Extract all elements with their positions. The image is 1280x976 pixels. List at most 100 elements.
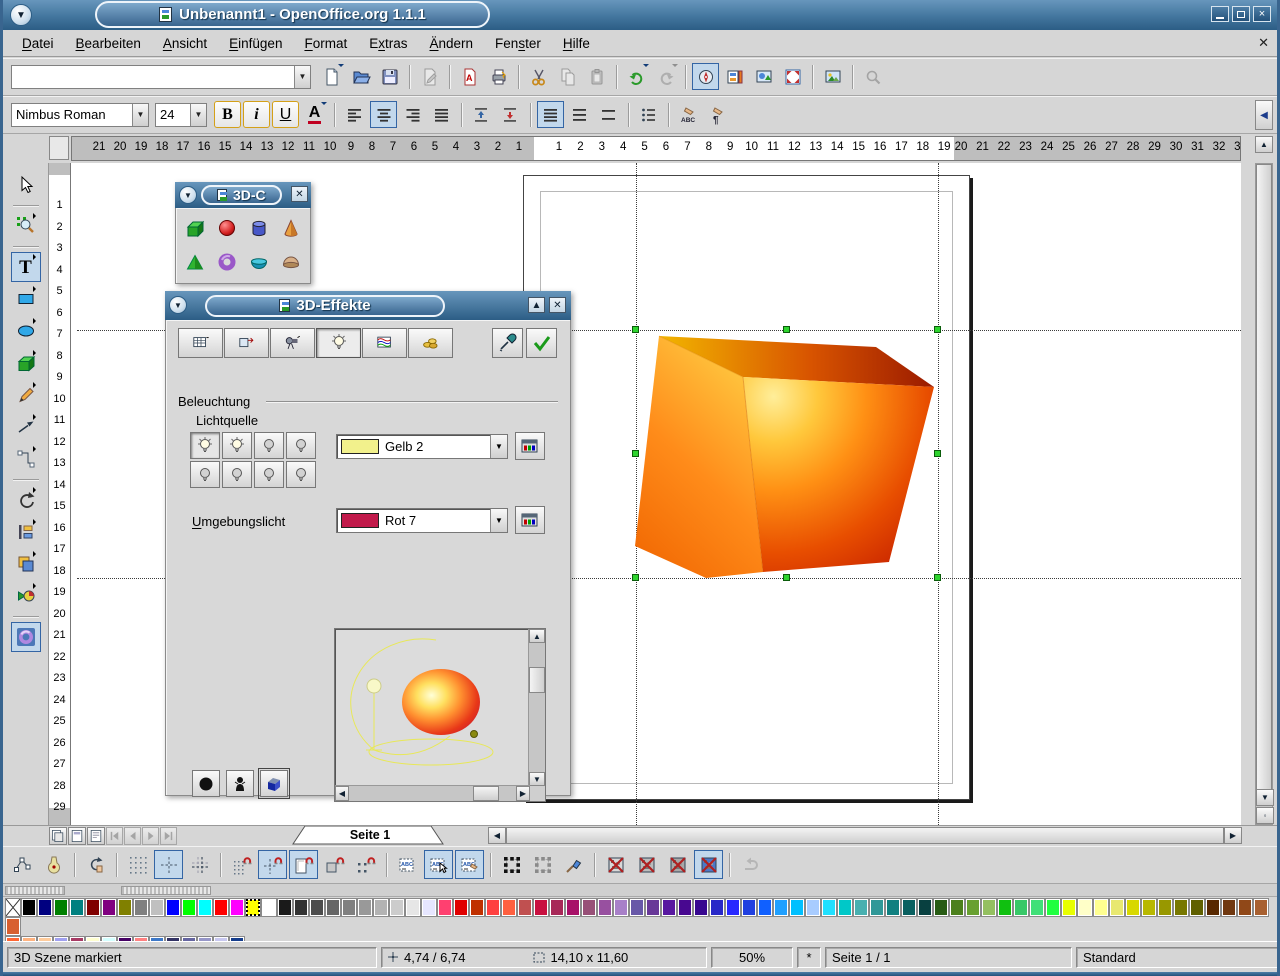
window-menu-button[interactable]: ▼: [10, 4, 32, 26]
color-swatch[interactable]: [677, 898, 693, 917]
preview-hthumb[interactable]: [473, 786, 499, 801]
tab-shading[interactable]: [270, 328, 315, 358]
color-swatch[interactable]: [389, 898, 405, 917]
color-swatch[interactable]: [501, 898, 517, 917]
color-swatch[interactable]: [869, 898, 885, 917]
color-swatch[interactable]: [757, 898, 773, 917]
tab-textures[interactable]: [362, 328, 407, 358]
format-align-right[interactable]: [399, 101, 426, 128]
color-swatch[interactable]: [725, 898, 741, 917]
option-snap-margins[interactable]: [289, 850, 318, 879]
3d-shape-cylinder[interactable]: [243, 212, 275, 244]
minimize-button[interactable]: [1211, 6, 1229, 22]
color-swatch[interactable]: [645, 898, 661, 917]
format-line-spacing-1[interactable]: [537, 101, 564, 128]
color-swatch[interactable]: [405, 898, 421, 917]
toolbar-search[interactable]: [859, 63, 886, 90]
format-bullets[interactable]: [635, 101, 662, 128]
format-line-spacing-15[interactable]: [566, 101, 593, 128]
tool-text-tool[interactable]: T: [11, 252, 41, 282]
dropdown-arrow-icon[interactable]: [321, 102, 327, 108]
light-source-7-button[interactable]: [254, 461, 284, 488]
color-swatch[interactable]: [213, 898, 229, 917]
format-spacing-decrease[interactable]: [497, 101, 524, 128]
toolbar-zoom-page[interactable]: [779, 63, 806, 90]
ruler-corner-button[interactable]: [49, 136, 69, 160]
color-swatch[interactable]: [53, 898, 69, 917]
light-color-dropdown-icon[interactable]: ▼: [490, 435, 507, 458]
format-underline[interactable]: U: [272, 101, 299, 128]
light-source-8-button[interactable]: [286, 461, 316, 488]
color-swatch[interactable]: [229, 898, 245, 917]
tool-rectangle-tool[interactable]: [11, 284, 41, 314]
ambient-color-dialog-button[interactable]: [515, 506, 545, 534]
format-character-dialog[interactable]: ABC: [675, 101, 702, 128]
close-document-icon[interactable]: ✕: [1258, 35, 1269, 51]
color-swatch[interactable]: [485, 898, 501, 917]
tab-illumination[interactable]: [316, 328, 361, 358]
format-paragraph-dialog[interactable]: ¶: [704, 101, 731, 128]
color-swatch[interactable]: [1253, 898, 1269, 917]
3d-effects-close-icon[interactable]: ✕: [549, 297, 566, 313]
hscroll-right-icon[interactable]: ▶: [1224, 827, 1242, 844]
toolbar-undo[interactable]: [623, 63, 650, 90]
color-swatch[interactable]: [245, 898, 261, 917]
color-swatch[interactable]: [181, 898, 197, 917]
vertical-ruler[interactable]: 1234567891011121314151617181920212223242…: [49, 163, 71, 825]
color-swatch[interactable]: [421, 898, 437, 917]
color-swatch[interactable]: [565, 898, 581, 917]
tab-favorites[interactable]: [178, 328, 223, 358]
format-italic[interactable]: i: [243, 101, 270, 128]
slide-mode-button[interactable]: [68, 827, 86, 845]
color-swatch[interactable]: [117, 898, 133, 917]
format-bold[interactable]: B: [214, 101, 241, 128]
url-dropdown-icon[interactable]: ▼: [294, 66, 310, 88]
option-modify-attributes[interactable]: [559, 850, 588, 879]
color-swatch[interactable]: [469, 898, 485, 917]
vertical-scrollbar[interactable]: ▼ ◦: [1255, 163, 1273, 825]
tool-effects-3d[interactable]: [11, 622, 41, 652]
light-source-2-button[interactable]: [222, 432, 252, 459]
tool-select[interactable]: [11, 170, 41, 200]
color-swatch[interactable]: [821, 898, 837, 917]
color-swatch[interactable]: [1125, 898, 1141, 917]
color-swatch[interactable]: [1093, 898, 1109, 917]
toolbar-paste[interactable]: [583, 63, 610, 90]
option-quick-edit[interactable]: ABC: [393, 850, 422, 879]
light-preview[interactable]: [336, 630, 530, 786]
toolbar-new-document[interactable]: [318, 63, 345, 90]
menu-format[interactable]: Format: [293, 33, 358, 54]
scroll-up-icon[interactable]: ▲: [1255, 136, 1273, 153]
font-size-dropdown-icon[interactable]: ▼: [190, 104, 206, 126]
format-line-spacing-2[interactable]: [595, 101, 622, 128]
status-page[interactable]: Seite 1 / 1: [825, 947, 1072, 968]
color-swatch[interactable]: [1221, 898, 1237, 917]
color-swatch[interactable]: [1077, 898, 1093, 917]
3d-palette-titlebar[interactable]: ▼ 3D-C ✕: [175, 182, 311, 208]
color-swatch[interactable]: [1237, 898, 1253, 917]
hscroll-left-icon[interactable]: ◀: [488, 827, 506, 844]
preview-mode-cube-button[interactable]: [260, 770, 288, 797]
tab-geometry[interactable]: [224, 328, 269, 358]
color-swatch[interactable]: [741, 898, 757, 917]
3d-palette-menu-button[interactable]: ▼: [179, 186, 197, 204]
option-grid-visible[interactable]: [123, 850, 152, 879]
color-swatch[interactable]: [997, 898, 1013, 917]
menu-bearbeiten[interactable]: Bearbeiten: [65, 33, 152, 54]
master-mode-button[interactable]: [87, 827, 105, 845]
page-tab[interactable]: Seite 1: [291, 826, 449, 845]
color-swatch[interactable]: [933, 898, 949, 917]
3d-shape-cube[interactable]: [179, 212, 211, 244]
color-swatch[interactable]: [629, 898, 645, 917]
selection-handle[interactable]: [934, 574, 941, 581]
color-swatch[interactable]: [21, 898, 37, 917]
preview-mode-figure-button[interactable]: [226, 770, 254, 797]
color-swatch[interactable]: [533, 898, 549, 917]
color-swatch[interactable]: [613, 898, 629, 917]
font-size-input[interactable]: [156, 104, 190, 126]
3d-effects-pin-icon[interactable]: ▲: [528, 297, 545, 313]
option-snap-border[interactable]: [320, 850, 349, 879]
color-swatch[interactable]: [85, 898, 101, 917]
3d-effects-menu-button[interactable]: ▼: [169, 296, 187, 314]
selection-handle[interactable]: [632, 326, 639, 333]
